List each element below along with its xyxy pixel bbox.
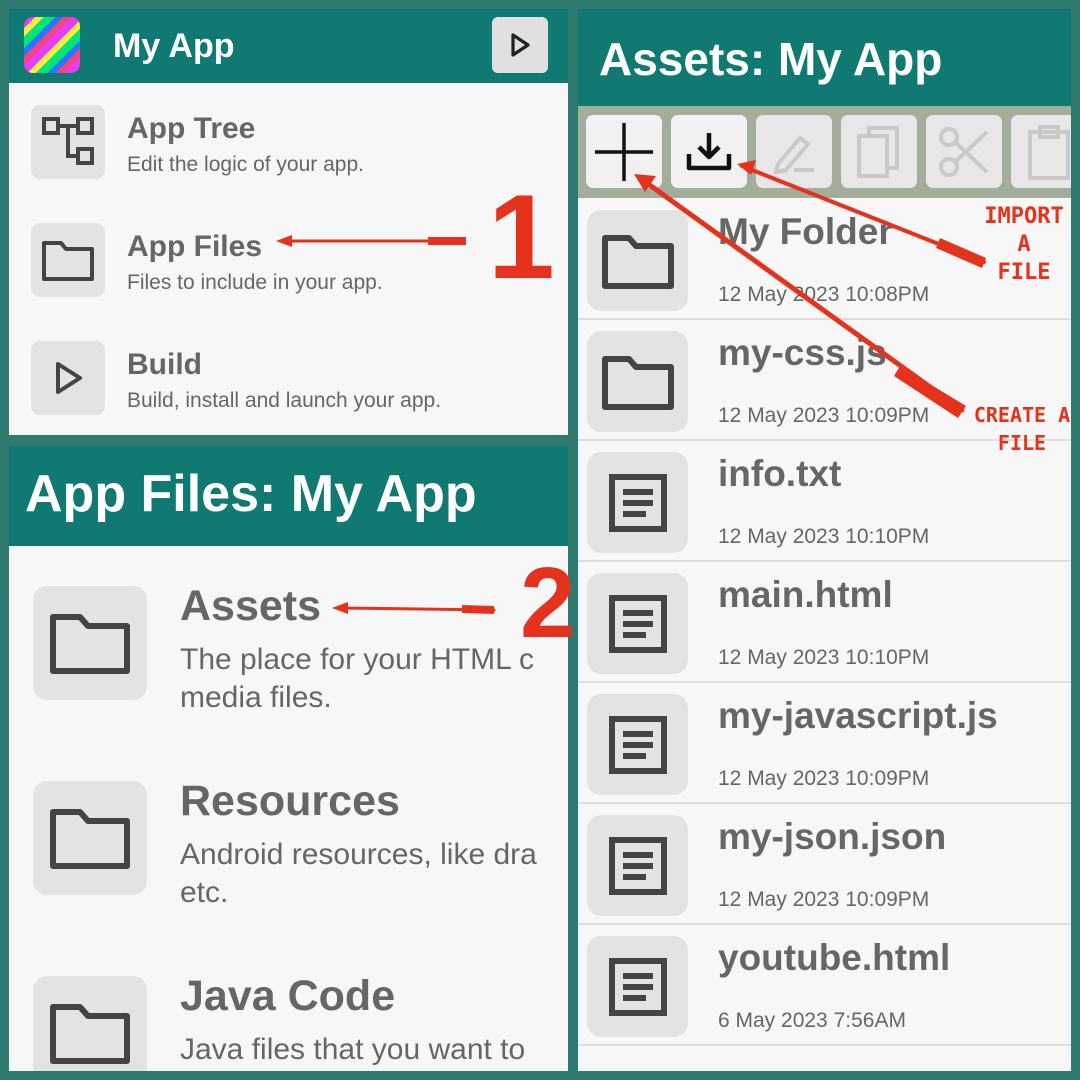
file-row-my-javascript[interactable]: my-javascript.js 12 May 2023 10:09PM [578, 683, 1071, 804]
document-icon [587, 694, 688, 795]
assets-header: Assets: My App [578, 9, 1071, 106]
folder-icon [33, 976, 147, 1071]
page-title: Assets: My App [599, 33, 943, 85]
file-name: info.txt [718, 453, 842, 494]
app-logo-icon [24, 17, 80, 73]
file-date: 12 May 2023 10:08PM [718, 283, 930, 306]
folder-icon [33, 586, 147, 700]
menu-item-subtitle: Edit the logic of your app. [127, 153, 364, 176]
document-icon [587, 815, 688, 916]
step-badge-1: 1 [488, 170, 555, 304]
file-date: 12 May 2023 10:09PM [718, 404, 930, 427]
file-date: 12 May 2023 10:10PM [718, 646, 930, 669]
note-line: FILE [997, 431, 1047, 455]
folder-icon [33, 781, 147, 895]
file-date: 12 May 2023 10:09PM [718, 767, 930, 790]
add-button[interactable] [586, 115, 662, 188]
file-date: 12 May 2023 10:09PM [718, 888, 930, 911]
page-title: App Files: My App [25, 465, 477, 523]
file-name: my-javascript.js [718, 695, 998, 736]
play-icon [511, 33, 530, 57]
folder-icon [587, 331, 688, 432]
file-row-youtube[interactable]: youtube.html 6 May 2023 7:56AM [578, 925, 1071, 1046]
document-icon [587, 936, 688, 1037]
file-name: my-css.js [718, 332, 887, 373]
folder-icon [31, 223, 105, 297]
folder-description: Java files that you want to [180, 1033, 526, 1066]
file-date: 6 May 2023 7:56AM [718, 1009, 906, 1032]
folder-title: Resources [180, 777, 400, 825]
folder-title: Assets [180, 582, 322, 630]
copy-icon [857, 125, 899, 178]
import-note: IMPORT A FILE [978, 203, 1070, 287]
run-button[interactable] [492, 17, 548, 73]
document-icon [587, 573, 688, 674]
menu-item-subtitle: Build, install and launch your app. [127, 389, 442, 412]
folder-description: Android resources, like dra [180, 838, 537, 871]
folder-description: etc. [180, 876, 229, 909]
file-row-my-json[interactable]: my-json.json 12 May 2023 10:09PM [578, 804, 1071, 925]
file-row-main[interactable]: main.html 12 May 2023 10:10PM [578, 562, 1071, 683]
menu-item-subtitle: Files to include in your app. [127, 271, 383, 294]
file-name: main.html [718, 574, 893, 615]
import-button[interactable] [671, 115, 747, 188]
file-name: my-json.json [718, 816, 947, 857]
note-line: CREATE A [973, 403, 1071, 427]
assets-panel: Assets: My App My Folder 12 May 2023 10:… [578, 9, 1071, 1071]
file-date: 12 May 2023 10:10PM [718, 525, 930, 548]
app-files-header: App Files: My App [9, 446, 568, 546]
rename-button[interactable] [756, 115, 832, 188]
folder-title: Java Code [180, 972, 396, 1020]
app-title: My App [113, 27, 235, 65]
play-icon [31, 341, 105, 415]
folder-icon [587, 210, 688, 311]
file-toolbar [578, 106, 1071, 198]
step-badge-2: 2 [520, 547, 576, 659]
file-name: youtube.html [718, 937, 951, 978]
paste-button[interactable] [1011, 115, 1071, 188]
folder-description: media files. [180, 681, 332, 714]
menu-item-title: Build [127, 348, 202, 381]
create-note: CREATE A FILE [972, 401, 1072, 457]
file-row-info[interactable]: info.txt 12 May 2023 10:10PM [578, 441, 1071, 562]
document-icon [587, 452, 688, 553]
folder-description: The place for your HTML c [180, 643, 535, 676]
paste-icon [1028, 124, 1070, 180]
note-line: A [1017, 232, 1031, 257]
rename-icon [773, 134, 814, 174]
import-icon [686, 132, 732, 170]
tree-icon [31, 105, 105, 179]
app-files-panel: App Files: My App Assets The place for y… [9, 446, 568, 1071]
copy-button[interactable] [841, 115, 917, 188]
note-line: IMPORT [984, 204, 1064, 229]
note-line: FILE [997, 260, 1051, 285]
app-header: My App [9, 9, 568, 83]
cut-icon [939, 126, 989, 177]
add-icon [595, 122, 653, 181]
menu-item-title: App Tree [127, 112, 256, 145]
menu-item-title: App Files [127, 230, 263, 263]
cut-button[interactable] [926, 115, 1002, 188]
app-menu-panel: My App App Tree Edit the logic of your a… [9, 9, 568, 435]
file-name: My Folder [718, 211, 893, 252]
